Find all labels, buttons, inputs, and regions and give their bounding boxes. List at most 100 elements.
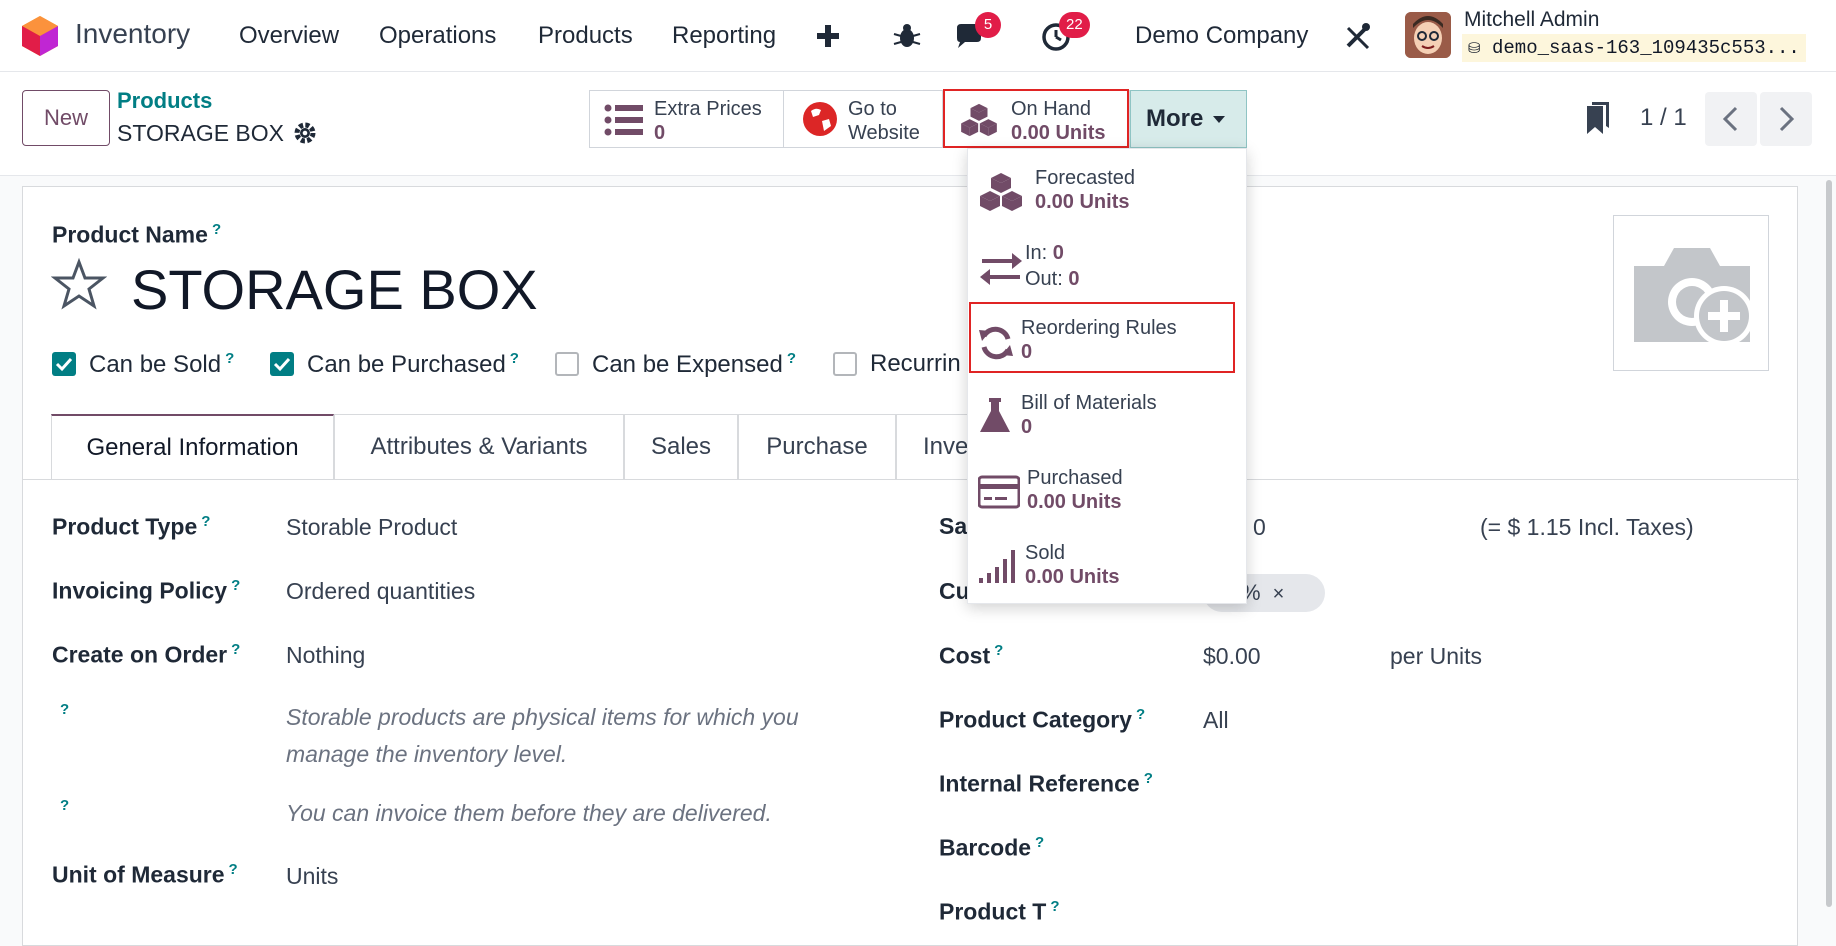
can-be-sold-label: Can be Sold?	[89, 350, 235, 378]
forecasted-value: 0.00 Units	[1035, 191, 1130, 213]
exchange-icon	[980, 253, 1022, 285]
globe-icon	[803, 102, 837, 136]
tab-purchase[interactable]: Purchase	[738, 414, 896, 480]
help-tooltip-icon[interactable]: ?	[1144, 770, 1153, 787]
signal-bars-icon	[979, 550, 1015, 583]
sales-price-incl-taxes: (= $ 1.15 Incl. Taxes)	[1480, 514, 1694, 540]
check-icon	[273, 357, 291, 372]
form-sheet: Product Name? STORAGE BOX Can be Sold? C…	[22, 186, 1799, 946]
app-name[interactable]: Inventory	[75, 18, 190, 50]
help-tooltip-icon[interactable]: ?	[510, 350, 519, 367]
chevron-right-icon	[1779, 106, 1795, 132]
help-tooltip-icon[interactable]: ?	[1035, 834, 1044, 851]
go-to-website-button[interactable]: Go to Website	[783, 90, 943, 148]
check-icon	[55, 357, 73, 372]
company-switcher[interactable]: Demo Company	[1135, 22, 1308, 50]
more-button[interactable]: More	[1130, 90, 1247, 148]
breadcrumb-current: STORAGE BOX	[117, 120, 285, 146]
more-dropdown-menu: Forecasted 0.00 Units In: 0 Out: 0 Reord…	[967, 148, 1247, 604]
help-tooltip-icon[interactable]: ?	[231, 641, 240, 658]
product-category-field[interactable]: All	[1203, 707, 1229, 734]
sold-label: Sold	[1025, 542, 1066, 564]
sales-price-field[interactable]: 0	[1253, 514, 1266, 541]
help-tooltip-icon[interactable]: ?	[60, 797, 69, 814]
database-name: ⛁ demo_saas-163_109435c553...	[1462, 34, 1806, 62]
help-tooltip-icon[interactable]: ?	[212, 221, 221, 238]
menu-overview[interactable]: Overview	[239, 22, 339, 50]
help-tooltip-icon[interactable]: ?	[1136, 706, 1145, 723]
menu-item-in-out[interactable]: In: 0 Out: 0	[968, 232, 1248, 304]
can-be-expensed-label: Can be Expensed?	[592, 350, 796, 378]
cost-label: Cost?	[939, 642, 1004, 669]
avatar[interactable]	[1405, 12, 1451, 58]
breadcrumb-products[interactable]: Products	[117, 88, 212, 114]
product-name-field[interactable]: STORAGE BOX	[131, 257, 538, 322]
more-label: More	[1146, 105, 1204, 132]
help-tooltip-icon[interactable]: ?	[201, 513, 210, 530]
caret-down-icon	[1213, 116, 1226, 124]
help-tooltip-icon[interactable]: ?	[994, 642, 1003, 659]
invoicing-policy-field[interactable]: Ordered quantities	[286, 578, 475, 605]
customer-taxes-label: Cu	[939, 578, 970, 604]
can-be-purchased-checkbox[interactable]	[270, 352, 294, 376]
help-tooltip-icon[interactable]: ?	[229, 861, 238, 878]
in-out-out: Out: 0	[1025, 268, 1080, 290]
tag-remove-icon[interactable]: ×	[1273, 583, 1285, 605]
menu-reporting[interactable]: Reporting	[672, 22, 776, 50]
can-be-sold-checkbox[interactable]	[52, 352, 76, 376]
menu-item-forecasted[interactable]: Forecasted 0.00 Units	[968, 157, 1248, 229]
cost-unit: per Units	[1390, 643, 1483, 669]
pager-previous-button[interactable]	[1705, 92, 1757, 146]
gear-icon[interactable]	[292, 120, 318, 146]
app-logo-icon[interactable]	[22, 16, 58, 56]
unit-of-measure-field[interactable]: Units	[286, 863, 338, 890]
menu-item-purchased[interactable]: Purchased 0.00 Units	[968, 457, 1248, 529]
help-tooltip-icon[interactable]: ?	[787, 350, 796, 367]
product-image-upload[interactable]	[1613, 215, 1769, 371]
menu-item-bill-of-materials[interactable]: Bill of Materials 0	[968, 382, 1248, 454]
scrollbar[interactable]	[1826, 180, 1832, 907]
product-type-help-text: Storable products are physical items for…	[286, 704, 799, 767]
plus-icon[interactable]	[812, 20, 844, 52]
extra-prices-button[interactable]: Extra Prices 0	[589, 90, 784, 148]
create-on-order-field[interactable]: Nothing	[286, 642, 365, 669]
help-tooltip-icon[interactable]: ?	[231, 577, 240, 594]
cost-field[interactable]: $0.00	[1203, 643, 1261, 670]
can-be-expensed-checkbox[interactable]	[555, 352, 579, 376]
help-tooltip-icon[interactable]: ?	[225, 350, 234, 367]
menu-operations[interactable]: Operations	[379, 22, 496, 50]
pager-next-button[interactable]	[1760, 92, 1812, 146]
bug-icon[interactable]	[891, 20, 923, 52]
flask-icon	[980, 398, 1010, 432]
bookmark-icon[interactable]	[1585, 102, 1611, 136]
extra-prices-label: Extra Prices	[654, 98, 762, 120]
product-type-label: Product Type?	[52, 513, 211, 540]
product-name-label: Product Name?	[52, 221, 222, 248]
website-label: Website	[848, 122, 920, 144]
tab-sales[interactable]: Sales	[624, 414, 738, 480]
internal-reference-label: Internal Reference?	[939, 770, 1153, 797]
messages-badge: 5	[975, 12, 1001, 38]
recurring-checkbox[interactable]	[833, 352, 857, 376]
cubes-icon	[980, 173, 1022, 211]
menu-item-sold[interactable]: Sold 0.00 Units	[968, 532, 1248, 604]
product-category-label: Product Category?	[939, 706, 1146, 733]
product-type-field[interactable]: Storable Product	[286, 514, 457, 541]
help-tooltip-icon[interactable]: ?	[60, 701, 69, 718]
list-icon	[604, 104, 643, 136]
purchased-value: 0.00 Units	[1027, 491, 1122, 513]
sold-value: 0.00 Units	[1025, 566, 1120, 588]
on-hand-highlight	[943, 89, 1129, 148]
purchased-label: Purchased	[1027, 467, 1123, 489]
menu-products[interactable]: Products	[538, 22, 633, 50]
database-icon: ⛁	[1468, 39, 1481, 57]
tab-attributes-variants[interactable]: Attributes & Variants	[334, 414, 624, 480]
product-tags-label: Product T?	[939, 898, 1060, 925]
favorite-star-icon[interactable]	[51, 257, 107, 313]
new-button[interactable]: New	[22, 90, 110, 146]
tools-icon[interactable]	[1342, 20, 1374, 52]
reordering-rules-highlight	[969, 302, 1235, 373]
tab-general-information[interactable]: General Information	[51, 414, 334, 480]
user-name[interactable]: Mitchell Admin	[1464, 8, 1599, 32]
pager-value[interactable]: 1 / 1	[1640, 104, 1687, 132]
